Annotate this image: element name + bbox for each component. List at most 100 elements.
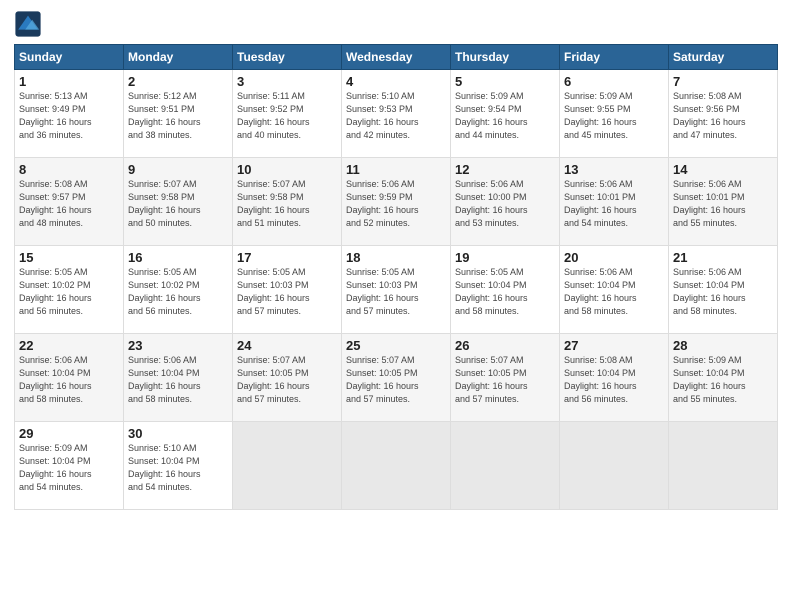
day-number: 11	[346, 162, 446, 177]
day-info: Sunrise: 5:05 AM Sunset: 10:03 PM Daylig…	[237, 266, 337, 318]
day-cell-21: 21Sunrise: 5:06 AM Sunset: 10:04 PM Dayl…	[669, 246, 778, 334]
day-info: Sunrise: 5:06 AM Sunset: 10:00 PM Daylig…	[455, 178, 555, 230]
empty-cell	[669, 422, 778, 510]
logo	[14, 10, 46, 38]
day-cell-27: 27Sunrise: 5:08 AM Sunset: 10:04 PM Dayl…	[560, 334, 669, 422]
day-cell-30: 30Sunrise: 5:10 AM Sunset: 10:04 PM Dayl…	[124, 422, 233, 510]
day-number: 29	[19, 426, 119, 441]
day-info: Sunrise: 5:07 AM Sunset: 10:05 PM Daylig…	[237, 354, 337, 406]
day-cell-25: 25Sunrise: 5:07 AM Sunset: 10:05 PM Dayl…	[342, 334, 451, 422]
day-info: Sunrise: 5:10 AM Sunset: 9:53 PM Dayligh…	[346, 90, 446, 142]
day-cell-24: 24Sunrise: 5:07 AM Sunset: 10:05 PM Dayl…	[233, 334, 342, 422]
day-info: Sunrise: 5:05 AM Sunset: 10:02 PM Daylig…	[128, 266, 228, 318]
day-cell-18: 18Sunrise: 5:05 AM Sunset: 10:03 PM Dayl…	[342, 246, 451, 334]
day-info: Sunrise: 5:09 AM Sunset: 9:55 PM Dayligh…	[564, 90, 664, 142]
day-cell-20: 20Sunrise: 5:06 AM Sunset: 10:04 PM Dayl…	[560, 246, 669, 334]
day-info: Sunrise: 5:09 AM Sunset: 9:54 PM Dayligh…	[455, 90, 555, 142]
day-info: Sunrise: 5:06 AM Sunset: 10:01 PM Daylig…	[564, 178, 664, 230]
weekday-header-friday: Friday	[560, 45, 669, 70]
day-cell-26: 26Sunrise: 5:07 AM Sunset: 10:05 PM Dayl…	[451, 334, 560, 422]
day-number: 10	[237, 162, 337, 177]
day-info: Sunrise: 5:07 AM Sunset: 9:58 PM Dayligh…	[128, 178, 228, 230]
day-info: Sunrise: 5:06 AM Sunset: 10:04 PM Daylig…	[19, 354, 119, 406]
day-info: Sunrise: 5:08 AM Sunset: 10:04 PM Daylig…	[564, 354, 664, 406]
empty-cell	[233, 422, 342, 510]
day-number: 9	[128, 162, 228, 177]
day-number: 19	[455, 250, 555, 265]
day-cell-3: 3Sunrise: 5:11 AM Sunset: 9:52 PM Daylig…	[233, 70, 342, 158]
day-info: Sunrise: 5:08 AM Sunset: 9:57 PM Dayligh…	[19, 178, 119, 230]
day-number: 5	[455, 74, 555, 89]
day-cell-23: 23Sunrise: 5:06 AM Sunset: 10:04 PM Dayl…	[124, 334, 233, 422]
day-number: 14	[673, 162, 773, 177]
day-cell-28: 28Sunrise: 5:09 AM Sunset: 10:04 PM Dayl…	[669, 334, 778, 422]
day-number: 6	[564, 74, 664, 89]
empty-cell	[451, 422, 560, 510]
day-cell-16: 16Sunrise: 5:05 AM Sunset: 10:02 PM Dayl…	[124, 246, 233, 334]
day-cell-19: 19Sunrise: 5:05 AM Sunset: 10:04 PM Dayl…	[451, 246, 560, 334]
day-cell-6: 6Sunrise: 5:09 AM Sunset: 9:55 PM Daylig…	[560, 70, 669, 158]
day-number: 30	[128, 426, 228, 441]
day-cell-10: 10Sunrise: 5:07 AM Sunset: 9:58 PM Dayli…	[233, 158, 342, 246]
day-info: Sunrise: 5:07 AM Sunset: 10:05 PM Daylig…	[455, 354, 555, 406]
day-cell-2: 2Sunrise: 5:12 AM Sunset: 9:51 PM Daylig…	[124, 70, 233, 158]
day-number: 28	[673, 338, 773, 353]
day-info: Sunrise: 5:09 AM Sunset: 10:04 PM Daylig…	[673, 354, 773, 406]
day-number: 23	[128, 338, 228, 353]
day-number: 1	[19, 74, 119, 89]
day-info: Sunrise: 5:07 AM Sunset: 9:58 PM Dayligh…	[237, 178, 337, 230]
day-number: 20	[564, 250, 664, 265]
day-info: Sunrise: 5:11 AM Sunset: 9:52 PM Dayligh…	[237, 90, 337, 142]
weekday-header-wednesday: Wednesday	[342, 45, 451, 70]
weekday-header-monday: Monday	[124, 45, 233, 70]
day-cell-29: 29Sunrise: 5:09 AM Sunset: 10:04 PM Dayl…	[15, 422, 124, 510]
day-info: Sunrise: 5:06 AM Sunset: 10:01 PM Daylig…	[673, 178, 773, 230]
day-number: 8	[19, 162, 119, 177]
day-info: Sunrise: 5:09 AM Sunset: 10:04 PM Daylig…	[19, 442, 119, 494]
weekday-header-thursday: Thursday	[451, 45, 560, 70]
day-cell-4: 4Sunrise: 5:10 AM Sunset: 9:53 PM Daylig…	[342, 70, 451, 158]
day-number: 24	[237, 338, 337, 353]
day-cell-12: 12Sunrise: 5:06 AM Sunset: 10:00 PM Dayl…	[451, 158, 560, 246]
day-number: 21	[673, 250, 773, 265]
day-cell-17: 17Sunrise: 5:05 AM Sunset: 10:03 PM Dayl…	[233, 246, 342, 334]
day-info: Sunrise: 5:07 AM Sunset: 10:05 PM Daylig…	[346, 354, 446, 406]
day-cell-8: 8Sunrise: 5:08 AM Sunset: 9:57 PM Daylig…	[15, 158, 124, 246]
day-info: Sunrise: 5:06 AM Sunset: 10:04 PM Daylig…	[673, 266, 773, 318]
day-info: Sunrise: 5:08 AM Sunset: 9:56 PM Dayligh…	[673, 90, 773, 142]
day-number: 12	[455, 162, 555, 177]
day-number: 3	[237, 74, 337, 89]
day-number: 18	[346, 250, 446, 265]
weekday-header-saturday: Saturday	[669, 45, 778, 70]
day-info: Sunrise: 5:05 AM Sunset: 10:04 PM Daylig…	[455, 266, 555, 318]
day-cell-11: 11Sunrise: 5:06 AM Sunset: 9:59 PM Dayli…	[342, 158, 451, 246]
day-cell-15: 15Sunrise: 5:05 AM Sunset: 10:02 PM Dayl…	[15, 246, 124, 334]
day-number: 17	[237, 250, 337, 265]
day-cell-22: 22Sunrise: 5:06 AM Sunset: 10:04 PM Dayl…	[15, 334, 124, 422]
day-info: Sunrise: 5:06 AM Sunset: 10:04 PM Daylig…	[128, 354, 228, 406]
day-info: Sunrise: 5:10 AM Sunset: 10:04 PM Daylig…	[128, 442, 228, 494]
day-cell-1: 1Sunrise: 5:13 AM Sunset: 9:49 PM Daylig…	[15, 70, 124, 158]
day-info: Sunrise: 5:13 AM Sunset: 9:49 PM Dayligh…	[19, 90, 119, 142]
weekday-header-tuesday: Tuesday	[233, 45, 342, 70]
day-cell-13: 13Sunrise: 5:06 AM Sunset: 10:01 PM Dayl…	[560, 158, 669, 246]
day-info: Sunrise: 5:05 AM Sunset: 10:02 PM Daylig…	[19, 266, 119, 318]
day-number: 16	[128, 250, 228, 265]
day-number: 25	[346, 338, 446, 353]
day-number: 26	[455, 338, 555, 353]
day-number: 22	[19, 338, 119, 353]
day-info: Sunrise: 5:06 AM Sunset: 10:04 PM Daylig…	[564, 266, 664, 318]
day-info: Sunrise: 5:05 AM Sunset: 10:03 PM Daylig…	[346, 266, 446, 318]
day-cell-7: 7Sunrise: 5:08 AM Sunset: 9:56 PM Daylig…	[669, 70, 778, 158]
calendar-table: SundayMondayTuesdayWednesdayThursdayFrid…	[14, 44, 778, 510]
empty-cell	[342, 422, 451, 510]
day-info: Sunrise: 5:06 AM Sunset: 9:59 PM Dayligh…	[346, 178, 446, 230]
day-number: 7	[673, 74, 773, 89]
weekday-header-sunday: Sunday	[15, 45, 124, 70]
empty-cell	[560, 422, 669, 510]
day-number: 13	[564, 162, 664, 177]
day-cell-5: 5Sunrise: 5:09 AM Sunset: 9:54 PM Daylig…	[451, 70, 560, 158]
day-number: 27	[564, 338, 664, 353]
day-number: 15	[19, 250, 119, 265]
day-cell-14: 14Sunrise: 5:06 AM Sunset: 10:01 PM Dayl…	[669, 158, 778, 246]
